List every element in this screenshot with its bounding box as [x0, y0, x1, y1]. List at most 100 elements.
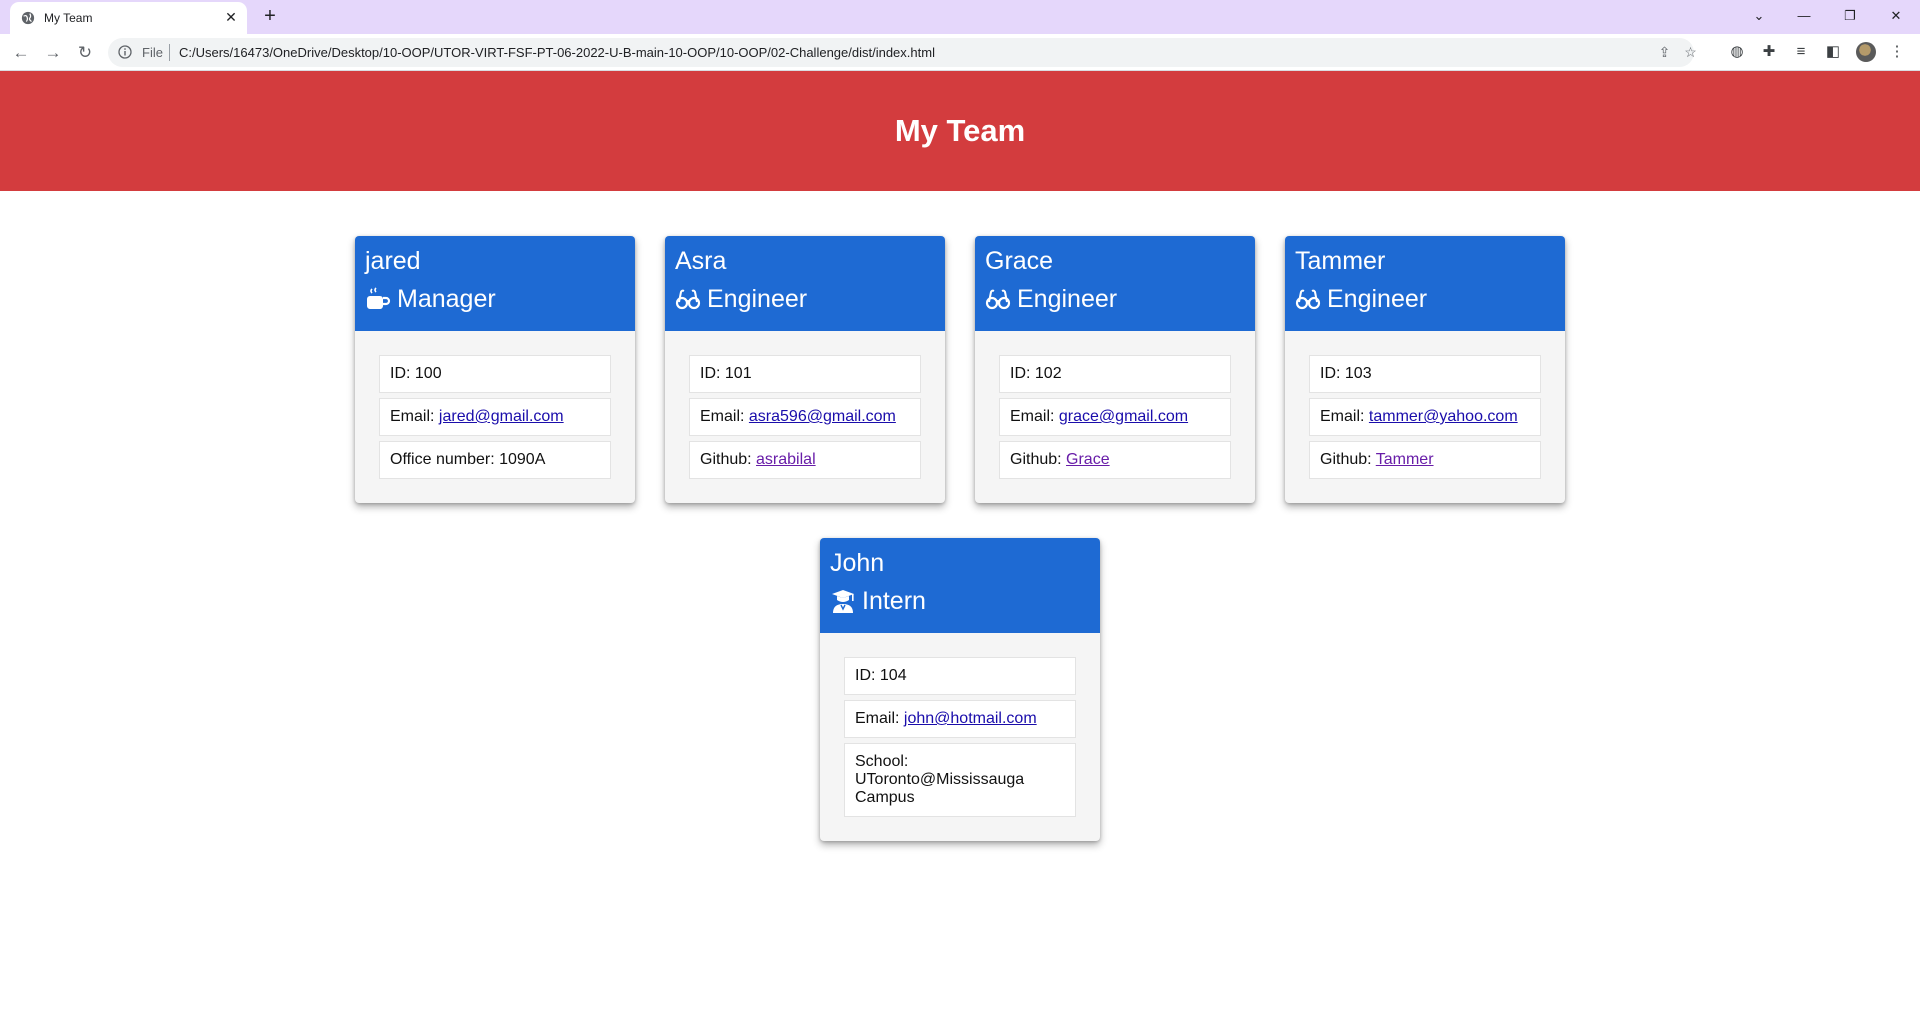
role-label: Engineer	[707, 285, 808, 313]
employee-role: Engineer	[1295, 284, 1555, 314]
employee-card: Tammer Engineer ID: 103 Email: tammer@ya…	[1285, 236, 1565, 503]
restore-icon[interactable]: ❐	[1838, 5, 1862, 27]
office-label: Office number:	[390, 451, 500, 468]
github-label: Github:	[1320, 451, 1376, 468]
employee-role: Intern	[830, 586, 1090, 616]
employee-name: jared	[365, 247, 421, 275]
id-field: ID: 103	[1309, 355, 1541, 393]
github-field: Github: Tammer	[1309, 441, 1541, 479]
email-link[interactable]: asra596@gmail.com	[749, 408, 896, 425]
browser-tab[interactable]: My Team ✕	[10, 2, 247, 34]
info-icon[interactable]	[118, 45, 132, 59]
email-label: Email:	[855, 710, 904, 727]
github-link[interactable]: Grace	[1066, 451, 1110, 468]
email-link[interactable]: grace@gmail.com	[1059, 408, 1188, 425]
school-value: UToronto@Mississauga Campus	[855, 771, 1025, 806]
card-body: ID: 100 Email: jared@gmail.com Office nu…	[355, 331, 635, 503]
new-tab-button[interactable]: +	[259, 6, 281, 28]
card-body: ID: 101 Email: asra596@gmail.com Github:…	[665, 331, 945, 503]
extensions-puzzle-icon[interactable]: ✚	[1759, 42, 1779, 62]
id-value: 101	[724, 365, 752, 382]
email-link[interactable]: john@hotmail.com	[904, 710, 1037, 727]
card-body: ID: 102 Email: grace@gmail.com Github: G…	[975, 331, 1255, 503]
id-field: ID: 100	[379, 355, 611, 393]
role-label: Engineer	[1327, 285, 1428, 313]
globe-icon	[21, 11, 35, 25]
graduate-icon	[832, 590, 854, 613]
email-field: Email: jared@gmail.com	[379, 398, 611, 436]
mug-icon	[367, 287, 391, 309]
menu-kebab-icon[interactable]: ⋮	[1887, 42, 1907, 62]
browser-toolbar: ← → ↻ File C:/Users/16473/OneDrive/Deskt…	[0, 34, 1920, 71]
share-icon[interactable]: ⇪	[1656, 44, 1673, 61]
email-field: Email: asra596@gmail.com	[689, 398, 921, 436]
email-label: Email:	[700, 408, 749, 425]
url-text[interactable]: C:/Users/16473/OneDrive/Desktop/10-OOP/U…	[179, 45, 935, 60]
extension-globe-icon[interactable]: ◍	[1727, 42, 1747, 62]
id-value: 103	[1344, 365, 1372, 382]
github-field: Github: asrabilal	[689, 441, 921, 479]
id-label: ID:	[1010, 365, 1035, 382]
employee-role: Manager	[365, 284, 625, 314]
forward-icon[interactable]: →	[42, 42, 64, 64]
role-label: Engineer	[1017, 285, 1118, 313]
github-label: Github:	[700, 451, 757, 468]
card-header: John Intern	[820, 538, 1100, 633]
employee-card: Asra Engineer ID: 101 Email: asra596@gma…	[665, 236, 945, 503]
github-link[interactable]: asrabilal	[756, 451, 816, 468]
page-title: My Team	[894, 113, 1026, 148]
reload-icon[interactable]: ↻	[74, 42, 96, 64]
tab-title: My Team	[44, 11, 93, 25]
employee-name: Asra	[675, 247, 727, 275]
email-field: Email: grace@gmail.com	[999, 398, 1231, 436]
email-link[interactable]: jared@gmail.com	[439, 408, 564, 425]
card-header: jared Manager	[355, 236, 635, 331]
employee-card: Grace Engineer ID: 102 Email: grace@gmai…	[975, 236, 1255, 503]
glasses-icon	[675, 289, 701, 310]
employee-name: Tammer	[1295, 247, 1386, 275]
id-value: 102	[1034, 365, 1062, 382]
github-label: Github:	[1010, 451, 1067, 468]
email-link[interactable]: tammer@yahoo.com	[1369, 408, 1518, 425]
id-label: ID:	[855, 667, 880, 684]
id-label: ID:	[390, 365, 415, 382]
employee-name: John	[830, 549, 885, 577]
profile-avatar[interactable]	[1856, 42, 1876, 62]
id-field: ID: 101	[689, 355, 921, 393]
employee-card: John Intern ID: 104 Email: john@hotmail.…	[820, 538, 1100, 841]
employee-role: Engineer	[985, 284, 1245, 314]
id-label: ID:	[1320, 365, 1345, 382]
page-header: My Team	[0, 71, 1920, 191]
tab-strip: My Team ✕ + ⌄ — ❐ ✕	[0, 0, 1920, 34]
id-value: 100	[414, 365, 442, 382]
card-body: ID: 104 Email: john@hotmail.com School: …	[820, 633, 1100, 841]
office-value: 1090A	[499, 451, 546, 468]
school-field: School: UToronto@Mississauga Campus	[844, 743, 1076, 817]
card-header: Tammer Engineer	[1285, 236, 1565, 331]
back-icon[interactable]: ←	[10, 42, 32, 64]
reading-list-icon[interactable]: ≡	[1791, 42, 1811, 62]
close-window-icon[interactable]: ✕	[1884, 5, 1908, 27]
id-value: 104	[879, 667, 907, 684]
card-header: Grace Engineer	[975, 236, 1255, 331]
bookmark-star-icon[interactable]: ☆	[1682, 44, 1699, 61]
email-label: Email:	[1010, 408, 1059, 425]
tab-close-icon[interactable]: ✕	[223, 9, 239, 25]
side-panel-icon[interactable]: ◧	[1823, 42, 1843, 62]
id-field: ID: 102	[999, 355, 1231, 393]
employee-name: Grace	[985, 247, 1054, 275]
id-label: ID:	[700, 365, 725, 382]
card-body: ID: 103 Email: tammer@yahoo.com Github: …	[1285, 331, 1565, 503]
role-label: Manager	[397, 285, 496, 313]
email-label: Email:	[390, 408, 439, 425]
github-link[interactable]: Tammer	[1376, 451, 1434, 468]
id-field: ID: 104	[844, 657, 1076, 695]
minimize-icon[interactable]: —	[1792, 5, 1816, 27]
tab-search-icon[interactable]: ⌄	[1747, 5, 1771, 27]
role-label: Intern	[862, 587, 926, 615]
email-field: Email: tammer@yahoo.com	[1309, 398, 1541, 436]
glasses-icon	[985, 289, 1011, 310]
address-bar[interactable]: File C:/Users/16473/OneDrive/Desktop/10-…	[108, 38, 1697, 67]
school-label: School:	[855, 753, 909, 770]
office-number-field: Office number: 1090A	[379, 441, 611, 479]
